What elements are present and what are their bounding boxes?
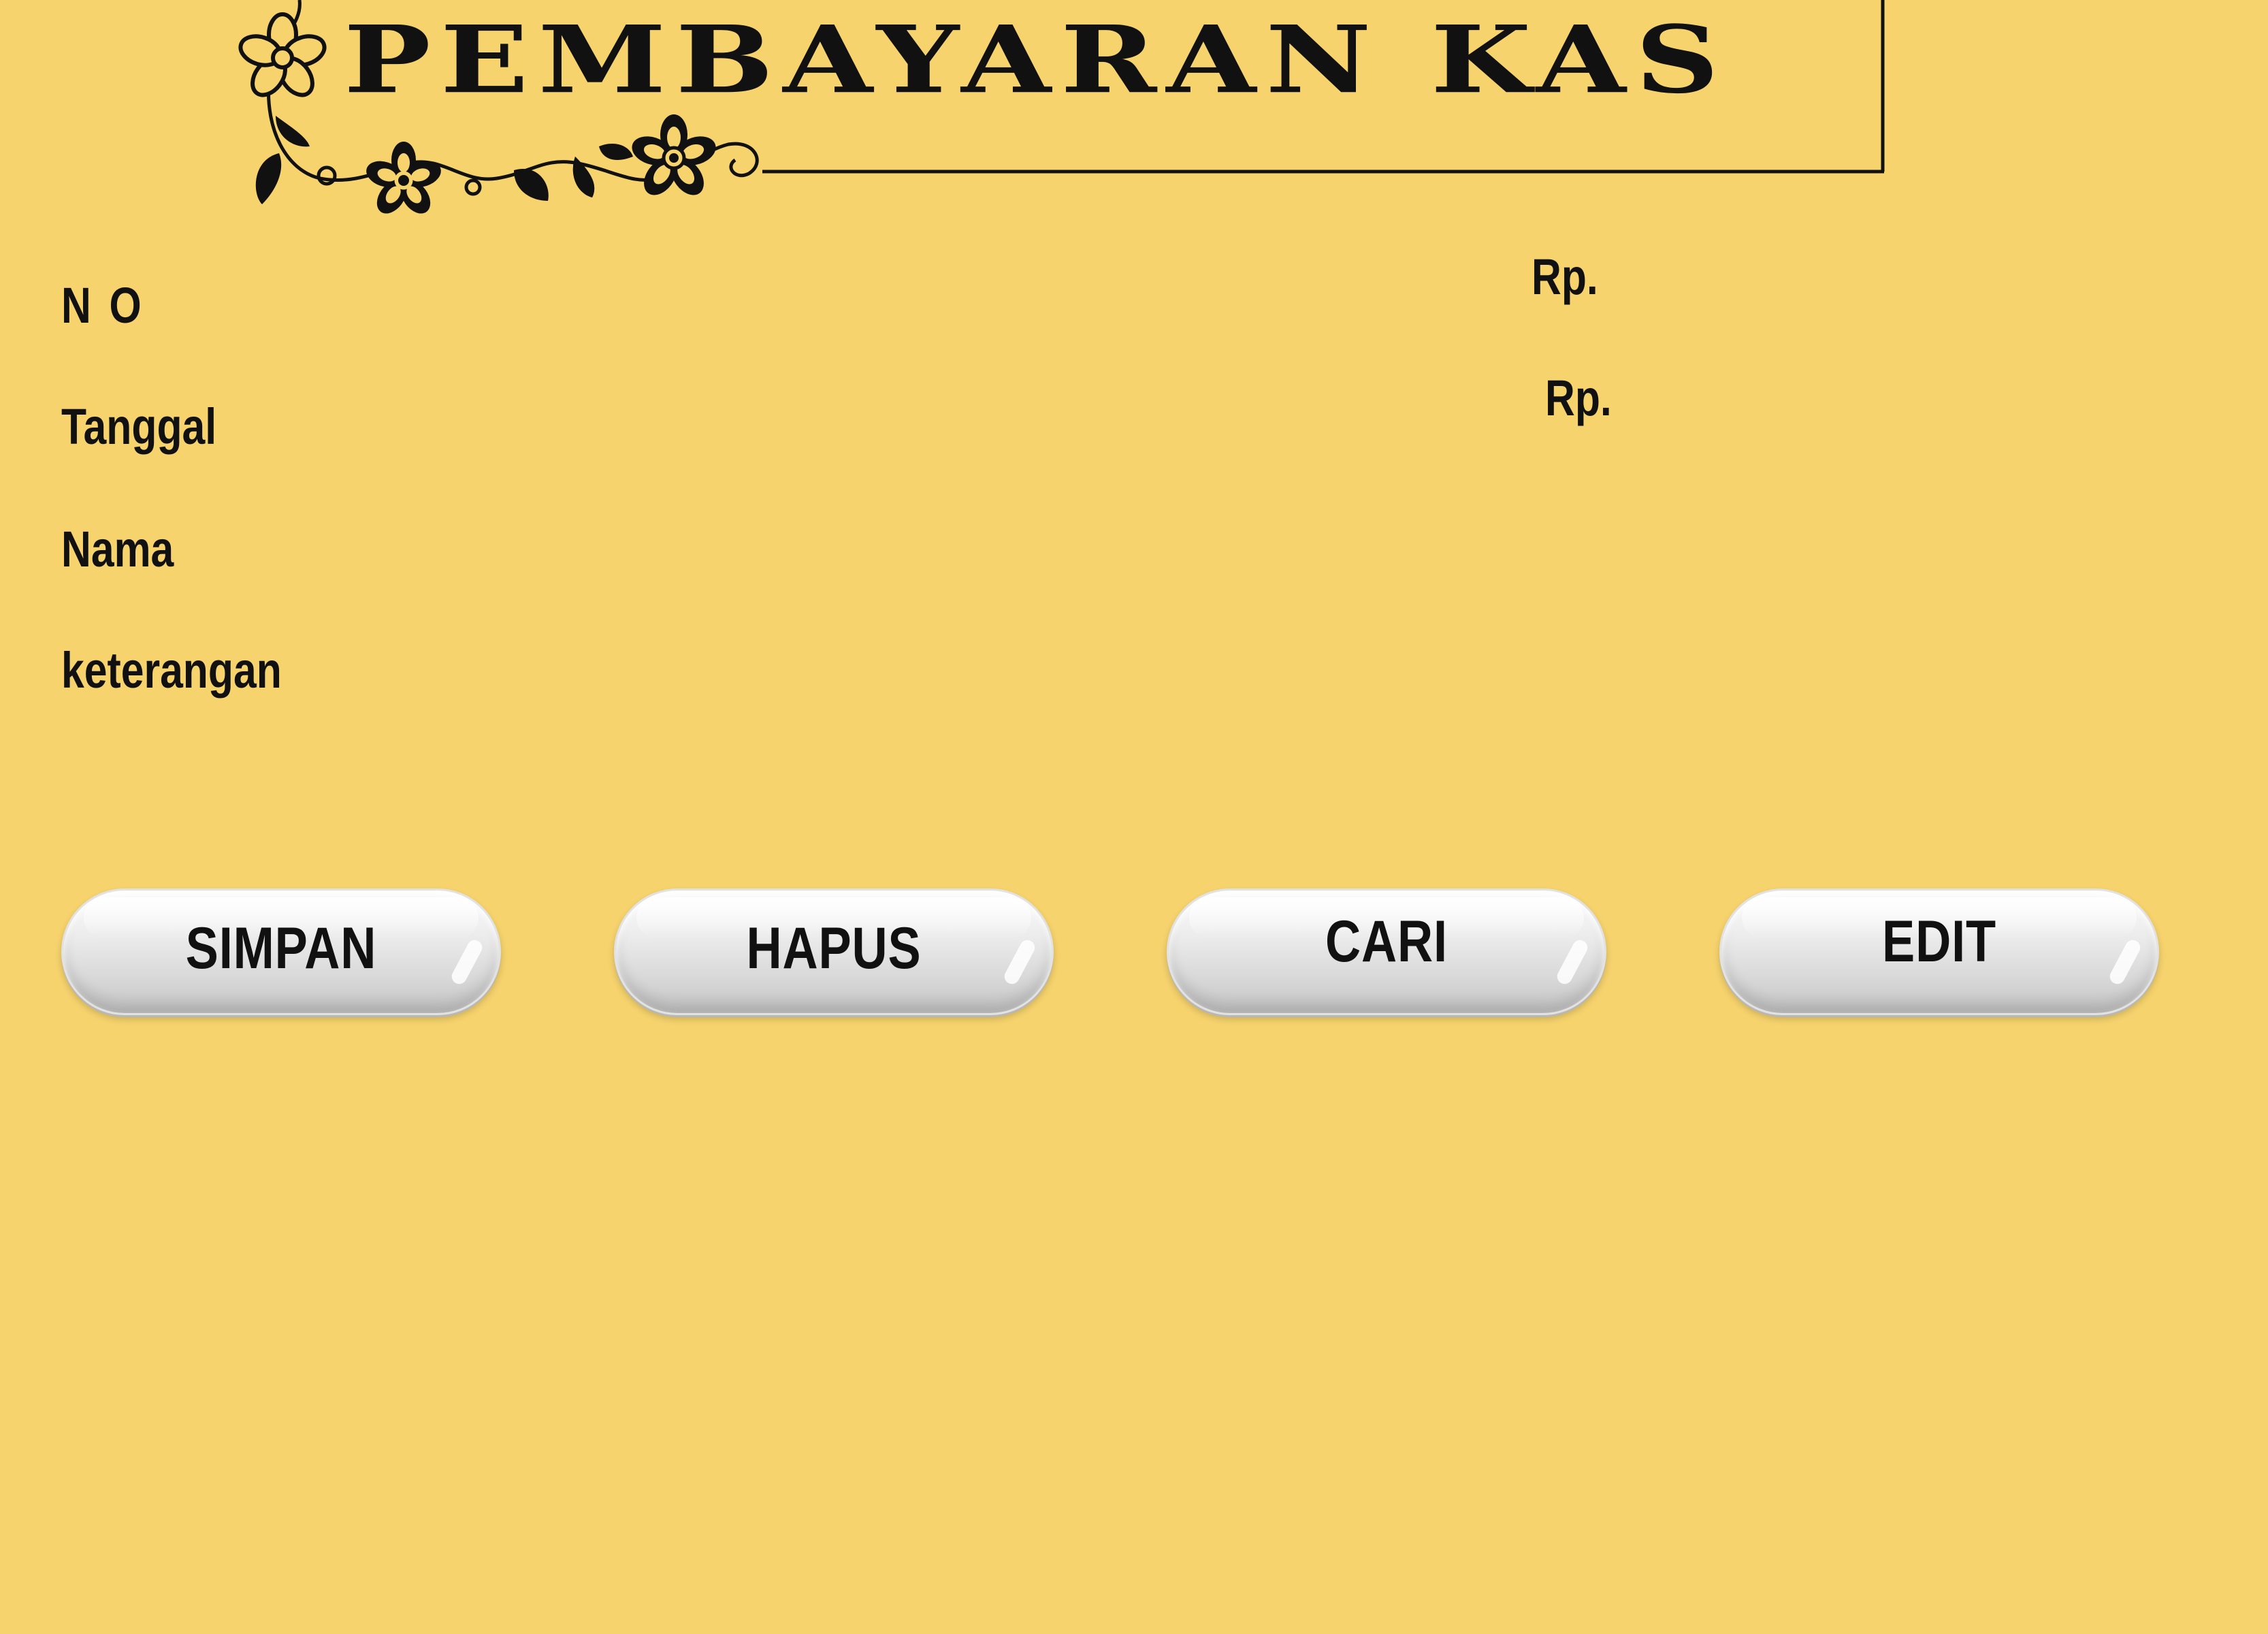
cari-button-label: CARI (1325, 909, 1448, 974)
cari-button[interactable]: CARI (1167, 888, 1606, 1015)
currency-label-2: Rp. (1545, 370, 1612, 426)
edit-button-label: EDIT (1882, 909, 1996, 974)
edit-button[interactable]: EDIT (1719, 888, 2159, 1015)
keterangan-label: keterangan (61, 642, 282, 699)
currency-label-1: Rp. (1532, 249, 1598, 305)
no-label: N O (61, 277, 145, 334)
page-header: PEMBAYARAN KAS (0, 0, 1906, 225)
nama-label: Nama (61, 521, 174, 577)
simpan-button[interactable]: SIMPAN (61, 888, 501, 1015)
hapus-button[interactable]: HAPUS (614, 888, 1054, 1015)
tanggal-label: Tanggal (61, 398, 217, 455)
page-title: PEMBAYARAN KAS (344, 5, 1729, 114)
simpan-button-label: SIMPAN (185, 916, 377, 981)
hapus-button-label: HAPUS (746, 916, 922, 981)
